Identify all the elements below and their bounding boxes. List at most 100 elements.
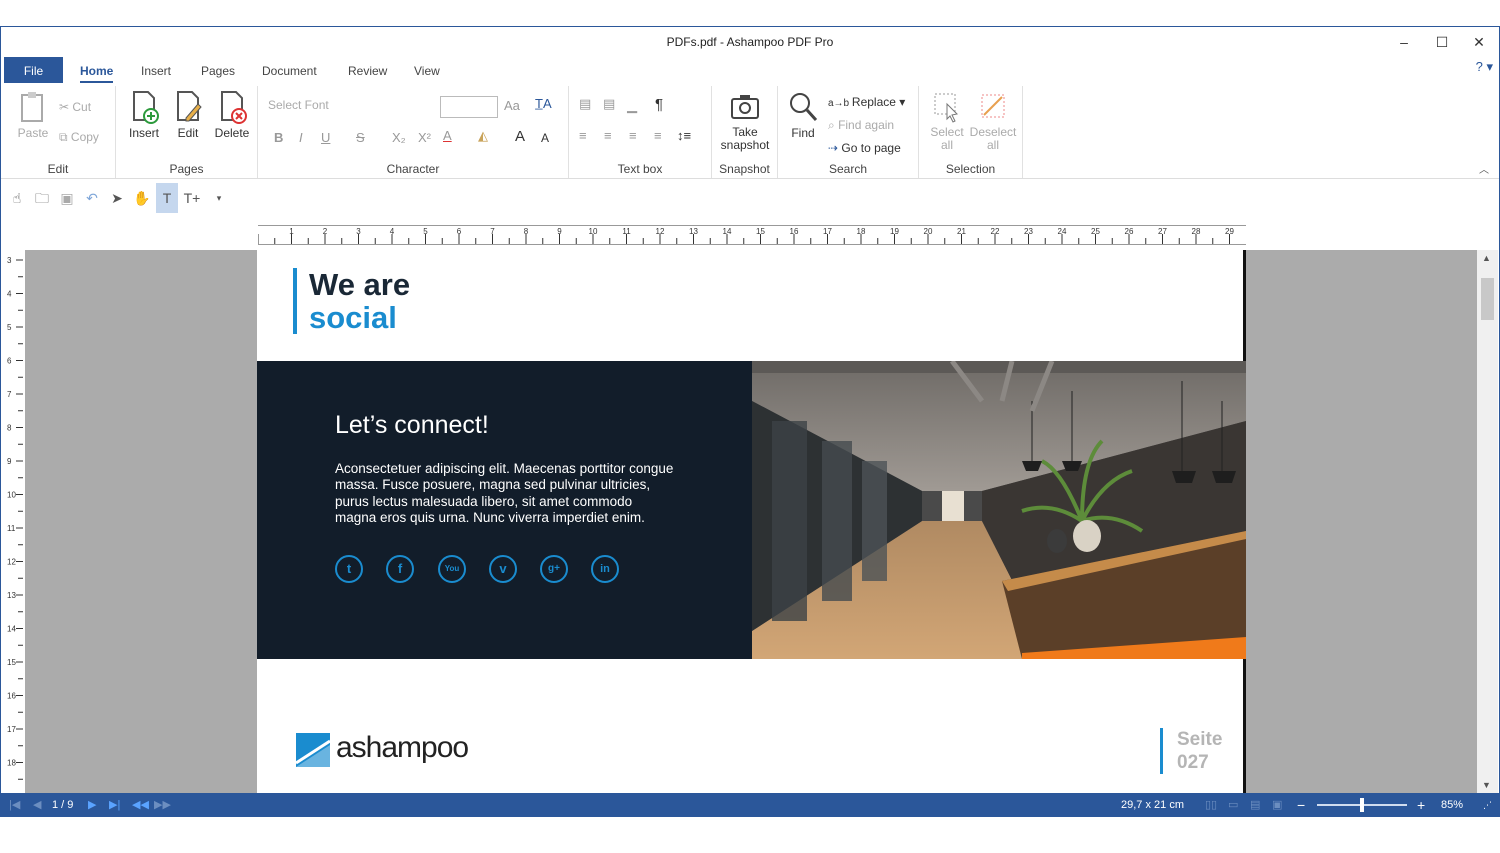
find-button[interactable]: Find	[786, 90, 820, 140]
group-character: Select Font Aa T̲A B I U S X₂ X² A ◭ A A…	[258, 86, 569, 178]
select-tool-icon[interactable]: ➤	[106, 187, 128, 209]
app-window: PDFs.pdf - Ashampoo PDF Pro – ☐ ✕ File H…	[0, 26, 1500, 817]
minimize-button[interactable]: –	[1385, 27, 1423, 57]
font-size-input[interactable]	[440, 96, 498, 118]
add-text-icon[interactable]: T+	[181, 187, 203, 209]
select-all-button[interactable]: Select all	[925, 90, 969, 152]
tab-insert[interactable]: Insert	[133, 57, 179, 83]
line-spacing-icon[interactable]: ↕≡	[677, 128, 691, 143]
maximize-button[interactable]: ☐	[1423, 27, 1461, 57]
align-left-icon[interactable]: ≡	[579, 128, 587, 143]
justify-icon[interactable]: ≡	[654, 128, 662, 143]
ribbon: Paste ✂ Cut ⧉ Copy Edit Insert Edit Dele…	[1, 84, 1499, 179]
hand-tool-icon[interactable]: ✋	[131, 187, 153, 209]
grow-font-button[interactable]: A	[515, 128, 525, 145]
zoom-slider-thumb[interactable]	[1360, 798, 1364, 812]
tab-review[interactable]: Review	[340, 57, 395, 83]
tab-document[interactable]: Document	[254, 57, 325, 83]
first-page-icon[interactable]: |◀	[9, 793, 20, 817]
font-select[interactable]: Select Font	[268, 98, 329, 112]
scroll-down-icon[interactable]: ▼	[1482, 780, 1491, 790]
subscript-button[interactable]: X₂	[392, 130, 406, 145]
page-number: 027	[1177, 752, 1209, 773]
office-photo	[752, 361, 1246, 659]
edit-page-button[interactable]: Edit	[170, 90, 206, 140]
ruler-label: 6	[457, 227, 462, 236]
text-tool-icon[interactable]: T	[156, 183, 178, 213]
take-snapshot-button[interactable]: Take snapshot	[716, 90, 774, 152]
superscript-button[interactable]: X²	[418, 130, 431, 145]
delete-page-button[interactable]: Delete	[212, 90, 252, 140]
paste-button[interactable]: Paste	[15, 90, 51, 140]
document-canvas[interactable]: We are social Let’s connect! Aconsectetu…	[25, 250, 1477, 793]
font-color-button[interactable]: A	[443, 128, 452, 143]
google-plus-icon: g+	[540, 555, 568, 583]
ruler-label: 18	[7, 759, 16, 768]
shrink-font-button[interactable]: A	[541, 131, 549, 145]
replace-button[interactable]: a→b Replace ▾	[828, 95, 905, 109]
text-case-icon[interactable]: Aa	[504, 98, 520, 113]
align-right-icon[interactable]: ≡	[629, 128, 637, 143]
highlight-icon[interactable]: ◭	[478, 128, 488, 144]
pdf-page[interactable]: We are social Let’s connect! Aconsectetu…	[257, 250, 1246, 793]
italic-button[interactable]: I	[299, 130, 303, 145]
underline-button[interactable]: U	[321, 130, 330, 145]
scroll-view-icon[interactable]: ▤	[1250, 793, 1260, 817]
close-button[interactable]: ✕	[1460, 27, 1498, 57]
previous-page-icon[interactable]: ◀	[33, 793, 41, 817]
facebook-icon: f	[386, 555, 414, 583]
zoom-in-button[interactable]: +	[1417, 793, 1425, 817]
logo-text: ashampoo	[336, 731, 469, 764]
bold-button[interactable]: B	[274, 130, 283, 145]
tab-pages[interactable]: Pages	[193, 57, 243, 83]
go-to-page-button[interactable]: ⇢ Go to page	[828, 141, 901, 155]
vertical-scrollbar[interactable]: ▲ ▼	[1477, 250, 1498, 793]
scroll-thumb[interactable]	[1481, 278, 1494, 320]
strikethrough-button[interactable]: S	[356, 130, 365, 145]
ruler-label: 27	[1158, 227, 1167, 236]
help-icon[interactable]: ? ▾	[1476, 59, 1493, 75]
copy-button[interactable]: ⧉ Copy	[59, 130, 99, 145]
zoom-out-button[interactable]: −	[1297, 793, 1305, 817]
save-icon[interactable]: ▣	[56, 187, 78, 209]
single-page-view-icon[interactable]: ▯▯	[1205, 793, 1217, 817]
clipboard-icon	[21, 92, 43, 122]
collapse-ribbon-icon[interactable]: ︿	[1479, 161, 1489, 176]
customize-toolbar-icon[interactable]: ▾	[208, 187, 230, 209]
next-page-icon[interactable]: ▶	[88, 793, 96, 817]
file-menu[interactable]: File	[4, 57, 63, 83]
two-page-view-icon[interactable]: ▭	[1228, 793, 1238, 817]
ruler-label: 24	[1058, 227, 1067, 236]
fit-view-icon[interactable]: ▣	[1272, 793, 1282, 817]
align-top-icon[interactable]: ▤	[579, 96, 591, 112]
pilcrow-icon[interactable]: ¶	[655, 96, 663, 113]
title-bar: PDFs.pdf - Ashampoo PDF Pro – ☐ ✕	[1, 27, 1499, 57]
back-view-icon[interactable]: ◀◀	[132, 793, 149, 817]
tab-view[interactable]: View	[406, 57, 448, 83]
replace-icon: a→b	[828, 98, 852, 109]
ruler-label: 16	[7, 692, 16, 701]
forward-view-icon[interactable]: ▶▶	[154, 793, 171, 817]
touch-mode-icon[interactable]: ☝	[6, 187, 28, 209]
ashampoo-logo-icon	[296, 733, 330, 767]
group-label: Edit	[47, 162, 69, 176]
select-all-icon	[934, 93, 959, 123]
insert-page-button[interactable]: Insert	[126, 90, 162, 140]
deselect-all-button[interactable]: Deselect all	[969, 90, 1017, 152]
copy-icon: ⧉	[59, 130, 71, 144]
last-page-icon[interactable]: ▶|	[109, 793, 120, 817]
tab-home[interactable]: Home	[72, 57, 121, 83]
ruler-label: 9	[7, 457, 12, 466]
align-center-icon[interactable]: ≡	[604, 128, 612, 143]
resize-grip-icon[interactable]: ⋰	[1483, 793, 1492, 817]
find-again-button[interactable]: ⌕ Find again	[828, 118, 894, 133]
find-again-icon: ⌕	[828, 118, 839, 132]
text-direction-icon[interactable]: T̲A	[535, 96, 552, 111]
align-bottom-icon[interactable]: ▁	[627, 98, 637, 114]
align-middle-icon[interactable]: ▤	[603, 96, 615, 112]
open-folder-icon[interactable]: 🗀	[31, 187, 53, 209]
undo-icon[interactable]: ↶	[81, 187, 103, 209]
vertical-ruler: 3 4 5 6 7 8 9 10 11 12 13 14 15 16 17 18	[6, 250, 24, 793]
scroll-up-icon[interactable]: ▲	[1482, 253, 1491, 263]
cut-button[interactable]: ✂ Cut	[59, 100, 91, 114]
